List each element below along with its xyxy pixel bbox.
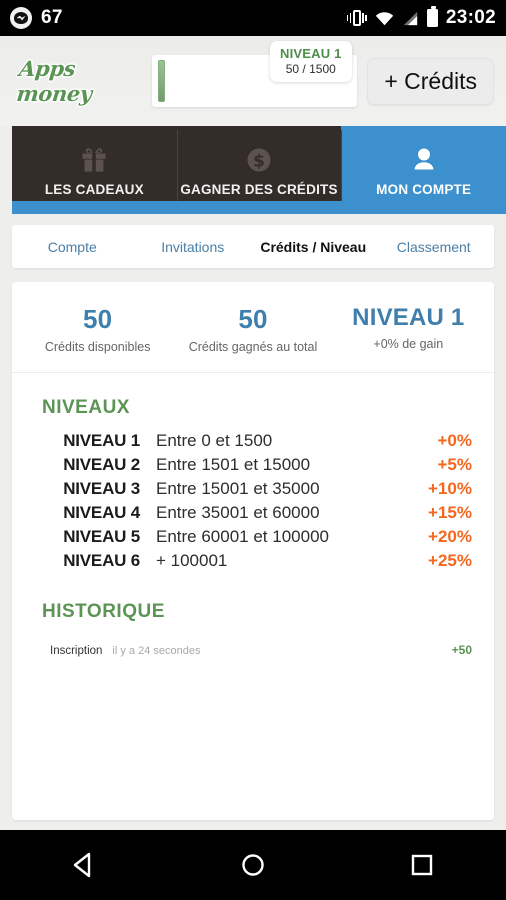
tab-bar-left-spacer [0, 126, 12, 214]
subtab-compte[interactable]: Compte [12, 239, 133, 255]
level-name: NIVEAU 2 [63, 454, 140, 474]
level-badge: NIVEAU 1 50 / 1500 [270, 41, 352, 82]
active-tab-underline [12, 201, 506, 214]
dollar-coin-icon: $ [244, 143, 274, 175]
level-range: Entre 1501 et 15000 [156, 454, 311, 474]
tab-mon-compte-label: MON COMPTE [376, 182, 472, 197]
app-header: Apps money NIVEAU 1 50 / 1500 + Crédits [0, 36, 506, 126]
level-progress-bar: NIVEAU 1 50 / 1500 [152, 41, 358, 107]
wifi-icon [375, 11, 394, 25]
svg-text:$: $ [253, 152, 265, 172]
level-range: + 100001 [156, 550, 228, 570]
level-range: Entre 15001 et 35000 [156, 478, 320, 498]
content-card: 50 Crédits disponibles 50 Crédits gagnés… [12, 282, 494, 820]
status-bar-right: 23:02 [346, 6, 496, 29]
add-credits-button[interactable]: + Crédits [367, 57, 494, 105]
header-right: NIVEAU 1 50 / 1500 + Crédits [152, 41, 506, 110]
vibrate-icon [346, 8, 367, 28]
level-range: Entre 35001 et 60000 [156, 502, 320, 522]
stat-credits-gagnes: 50 Crédits gagnés au total [175, 304, 330, 356]
stat-label: +0% de gain [373, 337, 444, 351]
table-row: NIVEAU 5 Entre 60001 et 100000 +20% [12, 525, 494, 549]
status-bar-left: 67 [10, 7, 63, 29]
niveaux-heading: NIVEAUX [42, 396, 130, 418]
level-name: NIVEAU 1 [63, 430, 140, 450]
back-triangle-icon[interactable] [67, 848, 101, 882]
signal-icon [403, 11, 418, 25]
subtab-classement[interactable]: Classement [374, 239, 495, 255]
stat-label: Crédits gagnés au total [188, 340, 318, 354]
stat-value: NIVEAU 1 [352, 304, 465, 331]
list-item: Inscription il y a 24 secondes +50 [12, 629, 494, 657]
stat-value: 50 [238, 304, 268, 334]
recent-square-icon[interactable] [405, 848, 439, 882]
level-bonus: +5% [437, 454, 473, 474]
level-name: NIVEAU 5 [63, 526, 140, 546]
table-row: NIVEAU 6 + 100001 +25% [12, 549, 494, 573]
levels-list: NIVEAU 1 Entre 0 et 1500 +0% NIVEAU 2 En… [12, 425, 494, 573]
stat-value: 50 [83, 304, 113, 334]
level-badge-title: NIVEAU 1 [280, 46, 342, 61]
level-name: NIVEAU 4 [63, 502, 140, 522]
table-row: NIVEAU 2 Entre 1501 et 15000 +5% [12, 453, 494, 477]
battery-icon [426, 6, 438, 27]
table-row: NIVEAU 3 Entre 15001 et 35000 +10% [12, 477, 494, 501]
gift-icon [79, 143, 109, 175]
table-row: NIVEAU 4 Entre 35001 et 60000 +15% [12, 501, 494, 525]
stats-row: 50 Crédits disponibles 50 Crédits gagnés… [12, 282, 494, 372]
notification-count: 67 [41, 7, 63, 28]
historique-heading: HISTORIQUE [42, 600, 165, 622]
sub-tab-bar: Compte Invitations Crédits / Niveau Clas… [12, 225, 494, 268]
level-progress-fill [158, 60, 165, 102]
level-range: Entre 60001 et 100000 [156, 526, 329, 546]
level-bonus: +20% [428, 526, 472, 546]
subtab-invitations[interactable]: Invitations [133, 239, 254, 255]
messenger-icon [10, 7, 32, 29]
home-circle-icon[interactable] [236, 848, 270, 882]
level-bonus: +0% [437, 430, 473, 450]
level-badge-progress: 50 / 1500 [285, 62, 336, 76]
history-time: il y a 24 secondes [112, 644, 201, 657]
history-amount: +50 [451, 642, 472, 657]
stat-credits-disponibles: 50 Crédits disponibles [20, 304, 175, 356]
android-nav-bar [0, 830, 506, 900]
tab-les-cadeaux-label: LES CADEAUX [44, 182, 144, 197]
table-row: NIVEAU 1 Entre 0 et 1500 +0% [12, 429, 494, 453]
tab-gagner-des-credits-label: GAGNER DES CRÉDITS [180, 182, 338, 197]
level-name: NIVEAU 6 [63, 550, 140, 570]
status-bar: 67 23:02 [0, 0, 506, 36]
stat-niveau: NIVEAU 1 +0% de gain [331, 304, 486, 356]
phone-screen: 67 23:02 Apps money NIVEAU 1 50 / 1500 +… [0, 0, 506, 900]
history-title: Inscription [50, 644, 103, 657]
person-icon [409, 143, 439, 175]
level-bonus: +25% [428, 550, 472, 570]
app-logo: Apps money [15, 56, 94, 106]
level-bonus: +15% [428, 502, 472, 522]
stat-label: Crédits disponibles [44, 340, 151, 354]
level-bonus: +10% [428, 478, 472, 498]
subtab-credits-niveau[interactable]: Crédits / Niveau [253, 239, 374, 255]
level-range: Entre 0 et 1500 [156, 430, 273, 450]
level-name: NIVEAU 3 [63, 478, 140, 498]
clock: 23:02 [445, 7, 496, 28]
